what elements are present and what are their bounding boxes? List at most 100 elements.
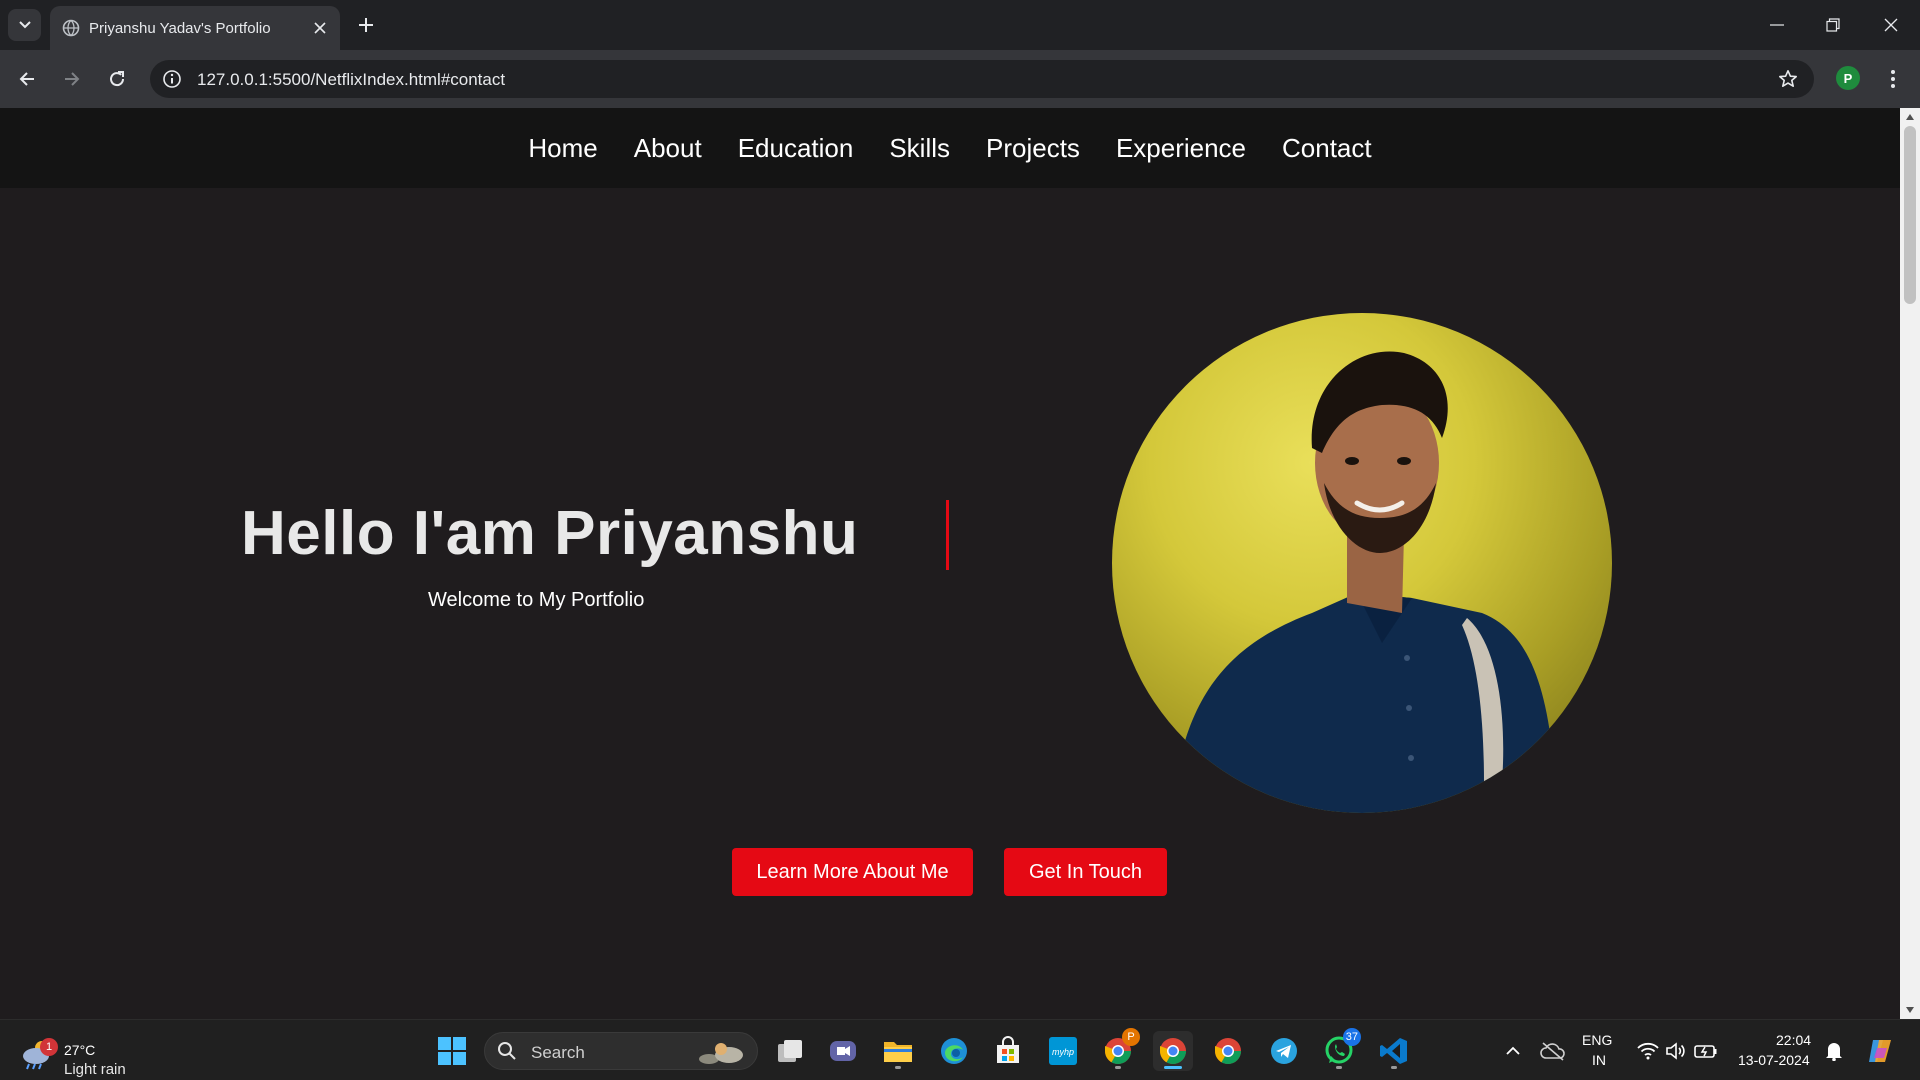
- battery-charging-icon: [1694, 1045, 1717, 1058]
- url-text[interactable]: 127.0.0.1:5500/NetflixIndex.html#contact: [197, 70, 505, 90]
- tab-search-button[interactable]: [8, 9, 41, 41]
- scroll-thumb[interactable]: [1904, 126, 1916, 304]
- onedrive-button[interactable]: [1533, 1031, 1573, 1071]
- nav-link-education[interactable]: Education: [738, 133, 854, 164]
- new-tab-button[interactable]: [353, 12, 379, 38]
- chevron-up-icon: [1506, 1046, 1520, 1055]
- bell-icon: [1826, 1043, 1842, 1061]
- folder-icon: [884, 1042, 912, 1062]
- search-label: Search: [531, 1043, 585, 1062]
- edge-browser-button[interactable]: [934, 1031, 974, 1071]
- battery-status[interactable]: [1686, 1031, 1726, 1071]
- weather-description: Light rain: [64, 1061, 126, 1078]
- arrow-right-icon: [65, 72, 80, 86]
- browser-toolbar: 127.0.0.1:5500/NetflixIndex.html#contact…: [0, 50, 1920, 108]
- running-indicator: [1391, 1066, 1397, 1069]
- address-bar[interactable]: 127.0.0.1:5500/NetflixIndex.html#contact: [150, 60, 1814, 98]
- restore-button[interactable]: [1818, 10, 1848, 40]
- speaker-icon: [1666, 1042, 1685, 1060]
- restore-icon: [1826, 18, 1840, 32]
- nav-link-about[interactable]: About: [634, 133, 702, 164]
- weather-widget[interactable]: 1 27°C Light rain: [20, 1030, 140, 1078]
- reload-button[interactable]: [102, 64, 132, 94]
- reload-icon: [110, 71, 125, 87]
- store-icon: [997, 1036, 1019, 1063]
- globe-icon: [62, 19, 80, 37]
- page-scrollbar[interactable]: [1900, 108, 1920, 1019]
- myhp-icon: myhp: [1049, 1037, 1077, 1065]
- back-button[interactable]: [12, 64, 42, 94]
- nav-link-skills[interactable]: Skills: [889, 133, 950, 164]
- get-in-touch-button[interactable]: Get In Touch: [1004, 848, 1167, 896]
- clock-time[interactable]: 22:04: [1776, 1032, 1811, 1048]
- site-navbar: Home About Education Skills Projects Exp…: [0, 108, 1900, 188]
- minimize-icon: [1770, 24, 1784, 26]
- weather-temperature: 27°C: [64, 1042, 96, 1058]
- microsoft-store-button[interactable]: [988, 1031, 1028, 1071]
- triangle-up-icon: [1906, 114, 1914, 120]
- browser-tab[interactable]: Priyanshu Yadav's Portfolio: [50, 6, 340, 50]
- file-explorer-button[interactable]: [878, 1031, 918, 1071]
- minimize-button[interactable]: [1762, 10, 1792, 40]
- svg-text:myhp: myhp: [1052, 1047, 1074, 1057]
- running-indicator: [1336, 1066, 1342, 1069]
- show-hidden-icons-button[interactable]: [1493, 1031, 1533, 1071]
- close-icon: [1884, 18, 1898, 32]
- typing-cursor: [946, 500, 949, 570]
- running-indicator: [1115, 1066, 1121, 1069]
- start-button[interactable]: [432, 1031, 472, 1071]
- nav-link-home[interactable]: Home: [528, 133, 597, 164]
- chrome-icon: [1159, 1038, 1187, 1065]
- chrome-profile-p-button[interactable]: P: [1098, 1028, 1140, 1071]
- more-vertical-icon: [1891, 70, 1895, 88]
- telegram-icon: [1271, 1038, 1297, 1064]
- tab-title: Priyanshu Yadav's Portfolio: [89, 20, 271, 37]
- notifications-button[interactable]: [1814, 1031, 1854, 1071]
- windows-logo-icon: [438, 1037, 466, 1065]
- nav-link-contact[interactable]: Contact: [1282, 133, 1372, 164]
- task-view-button[interactable]: [770, 1031, 810, 1071]
- close-icon: [314, 22, 326, 34]
- language-indicator-bottom[interactable]: IN: [1592, 1052, 1606, 1068]
- triangle-down-icon: [1906, 1007, 1914, 1013]
- windows-taskbar: 1 27°C Light rain Search myhp P 37 ENG I…: [0, 1019, 1920, 1080]
- chrome-button[interactable]: [1208, 1031, 1248, 1071]
- hero-title: Hello I'am Priyanshu: [241, 499, 859, 568]
- bookmark-button[interactable]: [1776, 67, 1800, 91]
- browser-menu-button[interactable]: [1880, 64, 1906, 94]
- hero-subtitle: Welcome to My Portfolio: [428, 589, 645, 611]
- info-icon: [163, 70, 181, 88]
- running-indicator: [895, 1066, 901, 1069]
- scroll-down-arrow[interactable]: [1904, 1004, 1916, 1016]
- person-photo-illustration: [1172, 351, 1557, 813]
- vscode-button[interactable]: [1374, 1031, 1414, 1071]
- teams-chat-button[interactable]: [823, 1031, 863, 1071]
- task-view-icon: [778, 1040, 802, 1062]
- telegram-button[interactable]: [1264, 1031, 1304, 1071]
- close-window-button[interactable]: [1876, 10, 1906, 40]
- scroll-up-arrow[interactable]: [1904, 111, 1916, 123]
- myhp-button[interactable]: myhp: [1043, 1031, 1083, 1071]
- copilot-button[interactable]: [1860, 1031, 1900, 1071]
- chrome-profile-badge: P: [1122, 1028, 1140, 1046]
- arrow-left-icon: [19, 72, 34, 86]
- forward-button[interactable]: [57, 64, 87, 94]
- profile-avatar[interactable]: P: [1836, 66, 1860, 90]
- language-indicator-top[interactable]: ENG: [1582, 1032, 1612, 1048]
- taskbar-search[interactable]: Search: [484, 1032, 758, 1070]
- nav-link-projects[interactable]: Projects: [986, 133, 1080, 164]
- site-info-button[interactable]: [160, 67, 184, 91]
- profile-photo: [1112, 313, 1612, 813]
- tab-close-button[interactable]: [309, 17, 331, 39]
- clock-date[interactable]: 13-07-2024: [1738, 1052, 1810, 1068]
- nav-link-experience[interactable]: Experience: [1116, 133, 1246, 164]
- search-highlight-icon: [699, 1043, 743, 1064]
- teams-icon: [830, 1041, 856, 1061]
- chrome-active-button[interactable]: [1153, 1031, 1193, 1071]
- edge-icon: [941, 1038, 967, 1064]
- learn-more-button[interactable]: Learn More About Me: [732, 848, 973, 896]
- cloud-off-icon: [1540, 1042, 1565, 1061]
- star-icon: [1779, 70, 1797, 87]
- whatsapp-button[interactable]: 37: [1319, 1028, 1361, 1071]
- whatsapp-unread-badge: 37: [1342, 1028, 1361, 1046]
